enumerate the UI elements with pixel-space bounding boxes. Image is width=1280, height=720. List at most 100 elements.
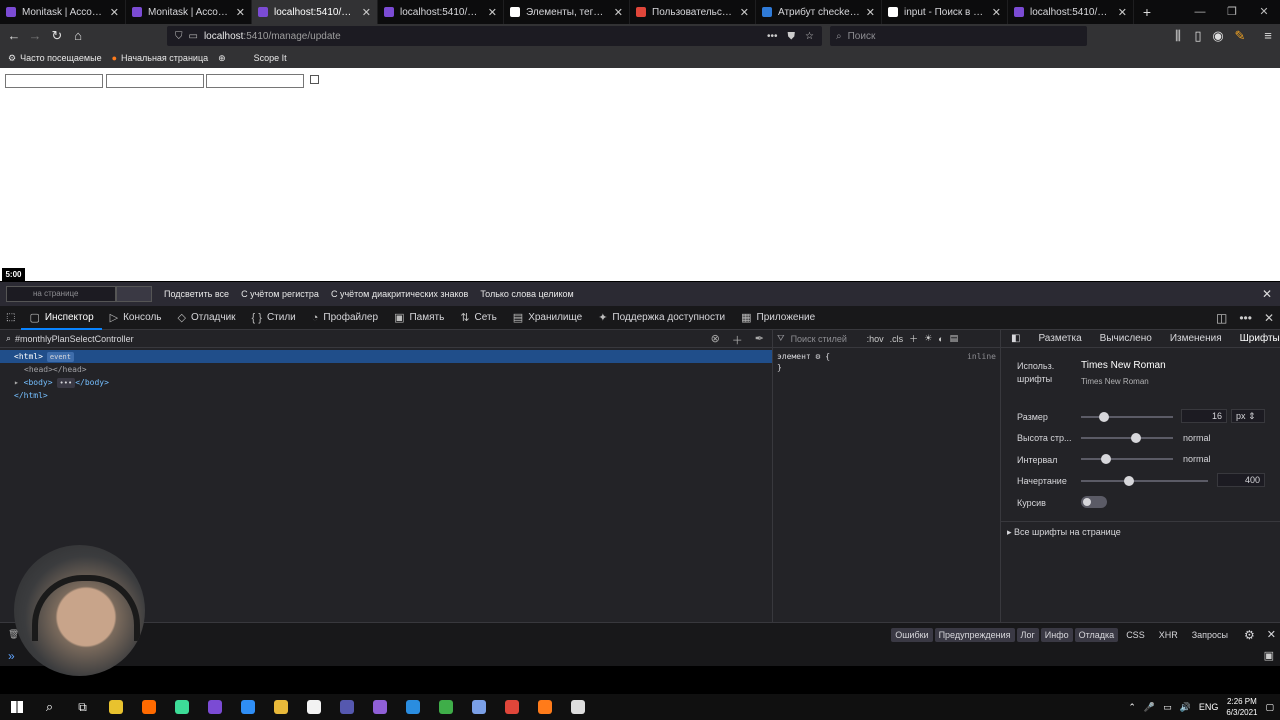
library-icon[interactable]: ⫼	[1170, 28, 1186, 44]
microphone-icon[interactable]: 🎤	[1144, 702, 1155, 713]
bookmark-scope-it[interactable]: Scope It	[254, 53, 287, 63]
close-window-icon[interactable]: ✕	[1248, 0, 1280, 24]
clock[interactable]: 2:26 PM 6/3/2021	[1226, 696, 1257, 718]
browser-tab[interactable]: Атрибут checked | htmlbook ✕	[756, 0, 882, 24]
menu-icon[interactable]: ≡	[1260, 28, 1276, 44]
network-icon[interactable]: ▭	[1163, 702, 1172, 713]
toggle-pane-icon[interactable]: ◧	[1011, 333, 1020, 344]
element-picker-icon[interactable]: ⬚	[0, 306, 21, 330]
devtools-tab[interactable]: ⇅ Сеть	[452, 306, 504, 330]
console-filter-button[interactable]: Предупреждения	[934, 627, 1015, 642]
spacing-slider[interactable]	[1081, 454, 1173, 464]
taskbar-app-icon[interactable]	[396, 694, 429, 720]
more-actions-icon[interactable]: •••	[767, 31, 778, 42]
html-close-node[interactable]: </html>	[0, 389, 772, 402]
taskbar-app-icon[interactable]	[462, 694, 495, 720]
browser-tab[interactable]: Monitask | Account settings ✕	[0, 0, 126, 24]
taskbar-app-icon[interactable]	[528, 694, 561, 720]
hover-state-toggle[interactable]: :hov	[867, 334, 884, 344]
close-devtools-icon[interactable]: ✕	[1264, 311, 1274, 325]
body-node[interactable]: ▸ <body> ••• </body>	[0, 376, 772, 389]
console-filter-button[interactable]: CSS	[1120, 628, 1151, 642]
browser-tab[interactable]: input - Поиск в Google ✕	[882, 0, 1008, 24]
chevron-up-icon[interactable]: ⌃	[1128, 702, 1136, 713]
taskbar-app-icon[interactable]	[231, 694, 264, 720]
pocket-icon[interactable]: ⛊	[788, 31, 796, 42]
devtools-tab[interactable]: { } Стили	[244, 306, 304, 330]
add-rule-icon[interactable]: ＋	[909, 332, 918, 345]
line-height-slider[interactable]	[1081, 433, 1173, 443]
browser-tab[interactable]: localhost:5410/manage/update ✕	[1008, 0, 1134, 24]
language-indicator[interactable]: ENG	[1199, 702, 1219, 712]
close-console-icon[interactable]: ✕	[1267, 628, 1276, 641]
browser-tab[interactable]: Пользовательские checkbox ✕	[630, 0, 756, 24]
dock-icon[interactable]: ◫	[1216, 311, 1227, 325]
size-input[interactable]: 16	[1181, 409, 1227, 423]
devtools-tab[interactable]: ◔ Профайлер	[304, 306, 386, 330]
devtools-tab[interactable]: ▦ Приложение	[733, 306, 823, 330]
size-slider[interactable]	[1081, 412, 1173, 422]
more-menu-icon[interactable]: •••	[1239, 311, 1252, 325]
match-case-checkbox[interactable]: С учётом регистра	[241, 289, 319, 299]
clear-search-icon[interactable]: ⊗	[711, 332, 720, 348]
forward-icon[interactable]: →	[27, 28, 43, 44]
close-tab-icon[interactable]: ✕	[614, 6, 623, 19]
element-rule[interactable]: элемент ⚙ { } inline	[773, 348, 1000, 376]
minimize-icon[interactable]: —	[1184, 0, 1216, 24]
expand-arrow-icon[interactable]: ▸	[14, 378, 24, 387]
weight-input[interactable]: 400	[1217, 473, 1265, 487]
search-bar[interactable]: ⌕ Поиск	[830, 26, 1087, 46]
text-input-3[interactable]	[206, 74, 304, 88]
match-diacritics-checkbox[interactable]: С учётом диакритических знаков	[331, 289, 468, 299]
italic-toggle[interactable]	[1081, 496, 1107, 508]
extension-icon[interactable]: ✎	[1232, 28, 1248, 44]
console-settings-icon[interactable]: ⚙	[1244, 628, 1255, 642]
devtools-tab[interactable]: ◇ Отладчик	[170, 306, 244, 330]
browser-tab[interactable]: Элементы, теги и атрибуты ✕	[504, 0, 630, 24]
search-icon[interactable]: ⌕	[33, 694, 66, 720]
console-filter-button[interactable]: Запросы	[1186, 628, 1234, 642]
browser-tab[interactable]: localhost:5410/manage/update ✕	[252, 0, 378, 24]
head-node[interactable]: <head></head>	[0, 363, 772, 376]
bookmark-star-icon[interactable]: ☆	[805, 31, 814, 42]
task-view-icon[interactable]: ⧉	[66, 694, 99, 720]
find-prev-next-buttons[interactable]	[116, 286, 152, 302]
reload-icon[interactable]: ↻	[49, 28, 65, 44]
print-media-icon[interactable]: ▤	[950, 333, 959, 344]
close-tab-icon[interactable]: ✕	[362, 6, 371, 19]
notifications-icon[interactable]: ▢	[1265, 702, 1274, 713]
close-tab-icon[interactable]: ✕	[110, 6, 119, 19]
event-badge[interactable]: event	[46, 352, 74, 362]
console-filter-button[interactable]: Лог	[1016, 627, 1039, 642]
close-tab-icon[interactable]: ✕	[740, 6, 749, 19]
taskbar-app-icon[interactable]	[561, 694, 594, 720]
console-filter-button[interactable]: Инфо	[1040, 627, 1073, 642]
dark-theme-icon[interactable]: ◐	[938, 334, 943, 344]
taskbar-app-icon[interactable]	[165, 694, 198, 720]
sidebar-tab[interactable]: Шрифты	[1240, 333, 1280, 344]
console-filter-button[interactable]: Отладка	[1074, 627, 1119, 642]
text-input-1[interactable]	[5, 74, 103, 88]
light-theme-icon[interactable]: ☀	[924, 333, 932, 344]
find-input[interactable]: на странице	[6, 286, 116, 302]
devtools-tab[interactable]: ▢ Инспектор	[21, 306, 102, 330]
account-icon[interactable]: ◉	[1210, 28, 1226, 44]
console-filter-button[interactable]: Ошибки	[891, 627, 933, 642]
sidebar-tab[interactable]: Разметка	[1038, 333, 1081, 344]
sidebar-tab[interactable]: Изменения	[1170, 333, 1222, 344]
devtools-tab[interactable]: ▷ Консоль	[102, 306, 170, 330]
all-fonts-section[interactable]: ▸ Все шрифты на странице	[1007, 527, 1121, 538]
console-input[interactable]: » ▣	[0, 646, 1280, 666]
start-icon[interactable]	[0, 694, 33, 720]
new-tab-icon[interactable]: +	[1134, 0, 1160, 24]
collapsed-children-badge[interactable]: •••	[56, 378, 76, 388]
split-console-icon[interactable]: ▣	[1264, 646, 1274, 666]
html-node[interactable]: <html> event	[0, 350, 772, 363]
close-tab-icon[interactable]: ✕	[1118, 6, 1127, 19]
taskbar-app-icon[interactable]	[495, 694, 528, 720]
inspector-search[interactable]: ⌕ #monthlyPlanSelectController ⊗ ＋ ✒	[0, 330, 772, 348]
highlight-all-checkbox[interactable]: Подсветить все	[164, 289, 229, 299]
devtools-tab[interactable]: ✦ Поддержка доступности	[590, 306, 733, 330]
taskbar-app-icon[interactable]	[363, 694, 396, 720]
restore-icon[interactable]: ❐	[1216, 0, 1248, 24]
